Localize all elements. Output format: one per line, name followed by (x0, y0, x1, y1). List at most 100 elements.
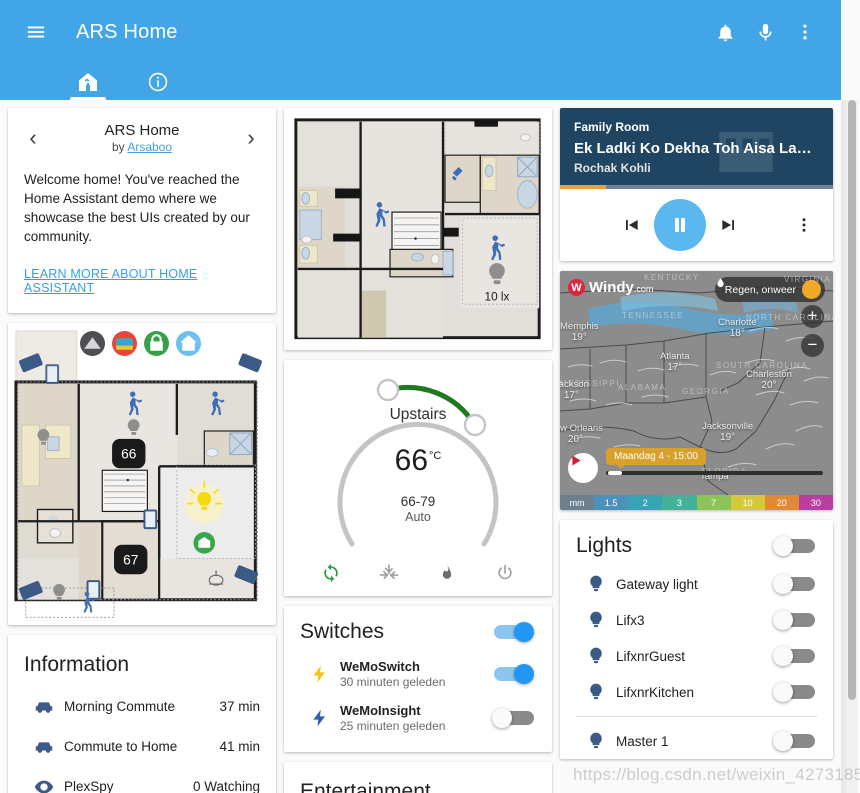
windy-logo-name: Windy (589, 279, 634, 296)
notification-bell-icon[interactable] (705, 12, 745, 52)
switch-row[interactable]: WeMoInsight 25 minuten geleden (284, 696, 552, 740)
switches-master-toggle[interactable] (492, 621, 536, 643)
thermostat-name: Upstairs (389, 405, 447, 423)
windy-map[interactable]: W Windy .com Regen, onweer + − KENTUCKY … (560, 271, 833, 495)
light-row-text: Lifx3 (616, 613, 773, 628)
column-right: Family Room Ek Ladki Ko Dekha Toh Aisa L… (560, 108, 833, 759)
hamburger-menu-icon[interactable] (16, 12, 56, 52)
page-scrollbar-thumb[interactable] (848, 100, 856, 700)
floorplan-upper-card[interactable]: 10 lx (284, 108, 552, 350)
light-row-text: Master 1 (616, 734, 773, 749)
windy-logo-suffix: .com (633, 284, 654, 294)
floorplan-ground[interactable]: 66 67 (12, 326, 272, 621)
light-row-toggle[interactable] (773, 730, 817, 752)
badge-lock-icon[interactable] (144, 330, 169, 356)
flame-icon[interactable] (436, 562, 458, 584)
map-zoom-out-button[interactable]: − (801, 334, 824, 357)
app-bar: ARS Home (0, 0, 841, 100)
switch-row-toggle[interactable] (492, 663, 536, 685)
lightbulb-icon (576, 610, 616, 630)
information-row[interactable]: Commute to Home 41 min (8, 727, 276, 767)
tab-info[interactable] (134, 64, 182, 100)
pause-icon[interactable] (653, 199, 706, 251)
tab-home[interactable] (64, 64, 112, 100)
badge-nest-icon[interactable] (80, 330, 105, 356)
microphone-icon[interactable] (745, 12, 785, 52)
snowflake-icon[interactable] (378, 562, 400, 584)
switches-header: Switches (284, 606, 552, 652)
welcome-titles: ARS Home by Arsaboo (44, 122, 240, 154)
power-icon[interactable] (494, 562, 516, 584)
light-row[interactable]: LifxnrGuest (560, 638, 833, 674)
overflow-menu-icon[interactable] (785, 12, 825, 52)
welcome-author-link[interactable]: Arsaboo (127, 140, 172, 154)
information-row-value: 41 min (219, 739, 260, 755)
lightbulb-icon (576, 646, 616, 666)
lights-master-toggle[interactable] (773, 535, 817, 557)
tab-bar (0, 64, 841, 100)
thermostat-dial-graphic[interactable]: Upstairs 66°C 66-79 Auto (314, 374, 522, 552)
thermostat-readout: Upstairs 66°C 66-79 Auto (314, 374, 522, 552)
media-overflow-menu-icon[interactable] (787, 208, 821, 242)
badge-home-icon[interactable] (176, 330, 201, 356)
media-artist: Rochak Kohli (574, 161, 651, 175)
map-city-temp: 20° (567, 434, 584, 445)
light-row-toggle[interactable] (773, 573, 817, 595)
map-state-label: GEORGIA (682, 387, 730, 396)
thermostat-unit: °C (429, 449, 442, 462)
welcome-author-line: by Arsaboo (44, 140, 240, 154)
floorplan-ground-card[interactable]: 66 67 (8, 322, 276, 625)
switch-row-text: WeMoInsight 25 minuten geleden (340, 703, 492, 733)
floorplan-upper[interactable]: 10 lx (288, 112, 548, 346)
media-controls (560, 189, 833, 261)
information-row[interactable]: PlexSpy 0 Watching (8, 767, 276, 793)
scale-step: 30 (798, 495, 833, 510)
dashboard-columns: ‹ ARS Home by Arsaboo › Welcome home! Yo… (0, 100, 841, 793)
switch-row-toggle[interactable] (492, 707, 536, 729)
light-row[interactable]: Master 1 (560, 723, 833, 759)
windy-logo: W Windy .com (568, 279, 653, 296)
lights-title: Lights (576, 534, 633, 557)
welcome-next-button[interactable]: › (240, 127, 262, 149)
welcome-header: ‹ ARS Home by Arsaboo › (8, 108, 276, 158)
map-play-button[interactable] (568, 453, 598, 483)
scale-step: 20 (764, 495, 799, 510)
light-row-toggle[interactable] (773, 645, 817, 667)
badge-tv-icon[interactable] (112, 330, 137, 356)
floorplan-ground-svg: 66 67 (12, 326, 272, 621)
map-city-temp: 17° (563, 390, 579, 401)
welcome-by-prefix: by (111, 140, 128, 154)
light-row-text: LifxnrGuest (616, 649, 773, 664)
page-scrollbar[interactable] (846, 100, 858, 793)
auto-cycle-icon[interactable] (320, 562, 342, 584)
light-row[interactable]: Gateway light (560, 566, 833, 602)
light-row-name: Gateway light (616, 576, 698, 592)
information-row[interactable]: Morning Commute 37 min (8, 687, 276, 727)
skip-previous-icon[interactable] (614, 208, 648, 242)
lights-card: Lights Gateway light Lifx3 LifxnrGuest L… (560, 520, 833, 759)
welcome-prev-button[interactable]: ‹ (22, 127, 44, 149)
media-progress-bar[interactable] (560, 185, 833, 189)
windy-logo-mark: W (568, 279, 585, 296)
map-state-label: TENNESSEE (622, 311, 684, 320)
map-city-temp: 17° (667, 362, 683, 373)
light-row-name: LifxnrKitchen (616, 684, 695, 700)
light-row-toggle[interactable] (773, 609, 817, 631)
map-timeline-slider[interactable] (606, 471, 823, 475)
thermostat-temperature-value: 66 (394, 443, 429, 477)
light-row[interactable]: Lifx3 (560, 602, 833, 638)
light-row[interactable]: LifxnrKitchen (560, 674, 833, 710)
app-bar-row: ARS Home (0, 0, 841, 64)
switch-row[interactable]: WeMoSwitch 30 minuten geleden (284, 652, 552, 696)
weather-map-card: W Windy .com Regen, onweer + − KENTUCKY … (560, 271, 833, 510)
thermostat-card: Upstairs 66°C 66-79 Auto (284, 359, 552, 596)
information-row-label: PlexSpy (64, 779, 114, 793)
thermostat-temperature: 66°C (395, 444, 442, 478)
thermostat-dial[interactable]: Upstairs 66°C 66-79 Auto (284, 360, 552, 560)
welcome-title: ARS Home (104, 122, 180, 139)
learn-more-link[interactable]: LEARN MORE ABOUT HOME ASSISTANT (8, 253, 276, 313)
light-row-toggle[interactable] (773, 681, 817, 703)
skip-next-icon[interactable] (712, 208, 746, 242)
information-title: Information (24, 652, 130, 676)
home-assistant-dashboard: ARS Home ‹ ARS Home by Arsaboo › Welcome… (0, 0, 860, 793)
